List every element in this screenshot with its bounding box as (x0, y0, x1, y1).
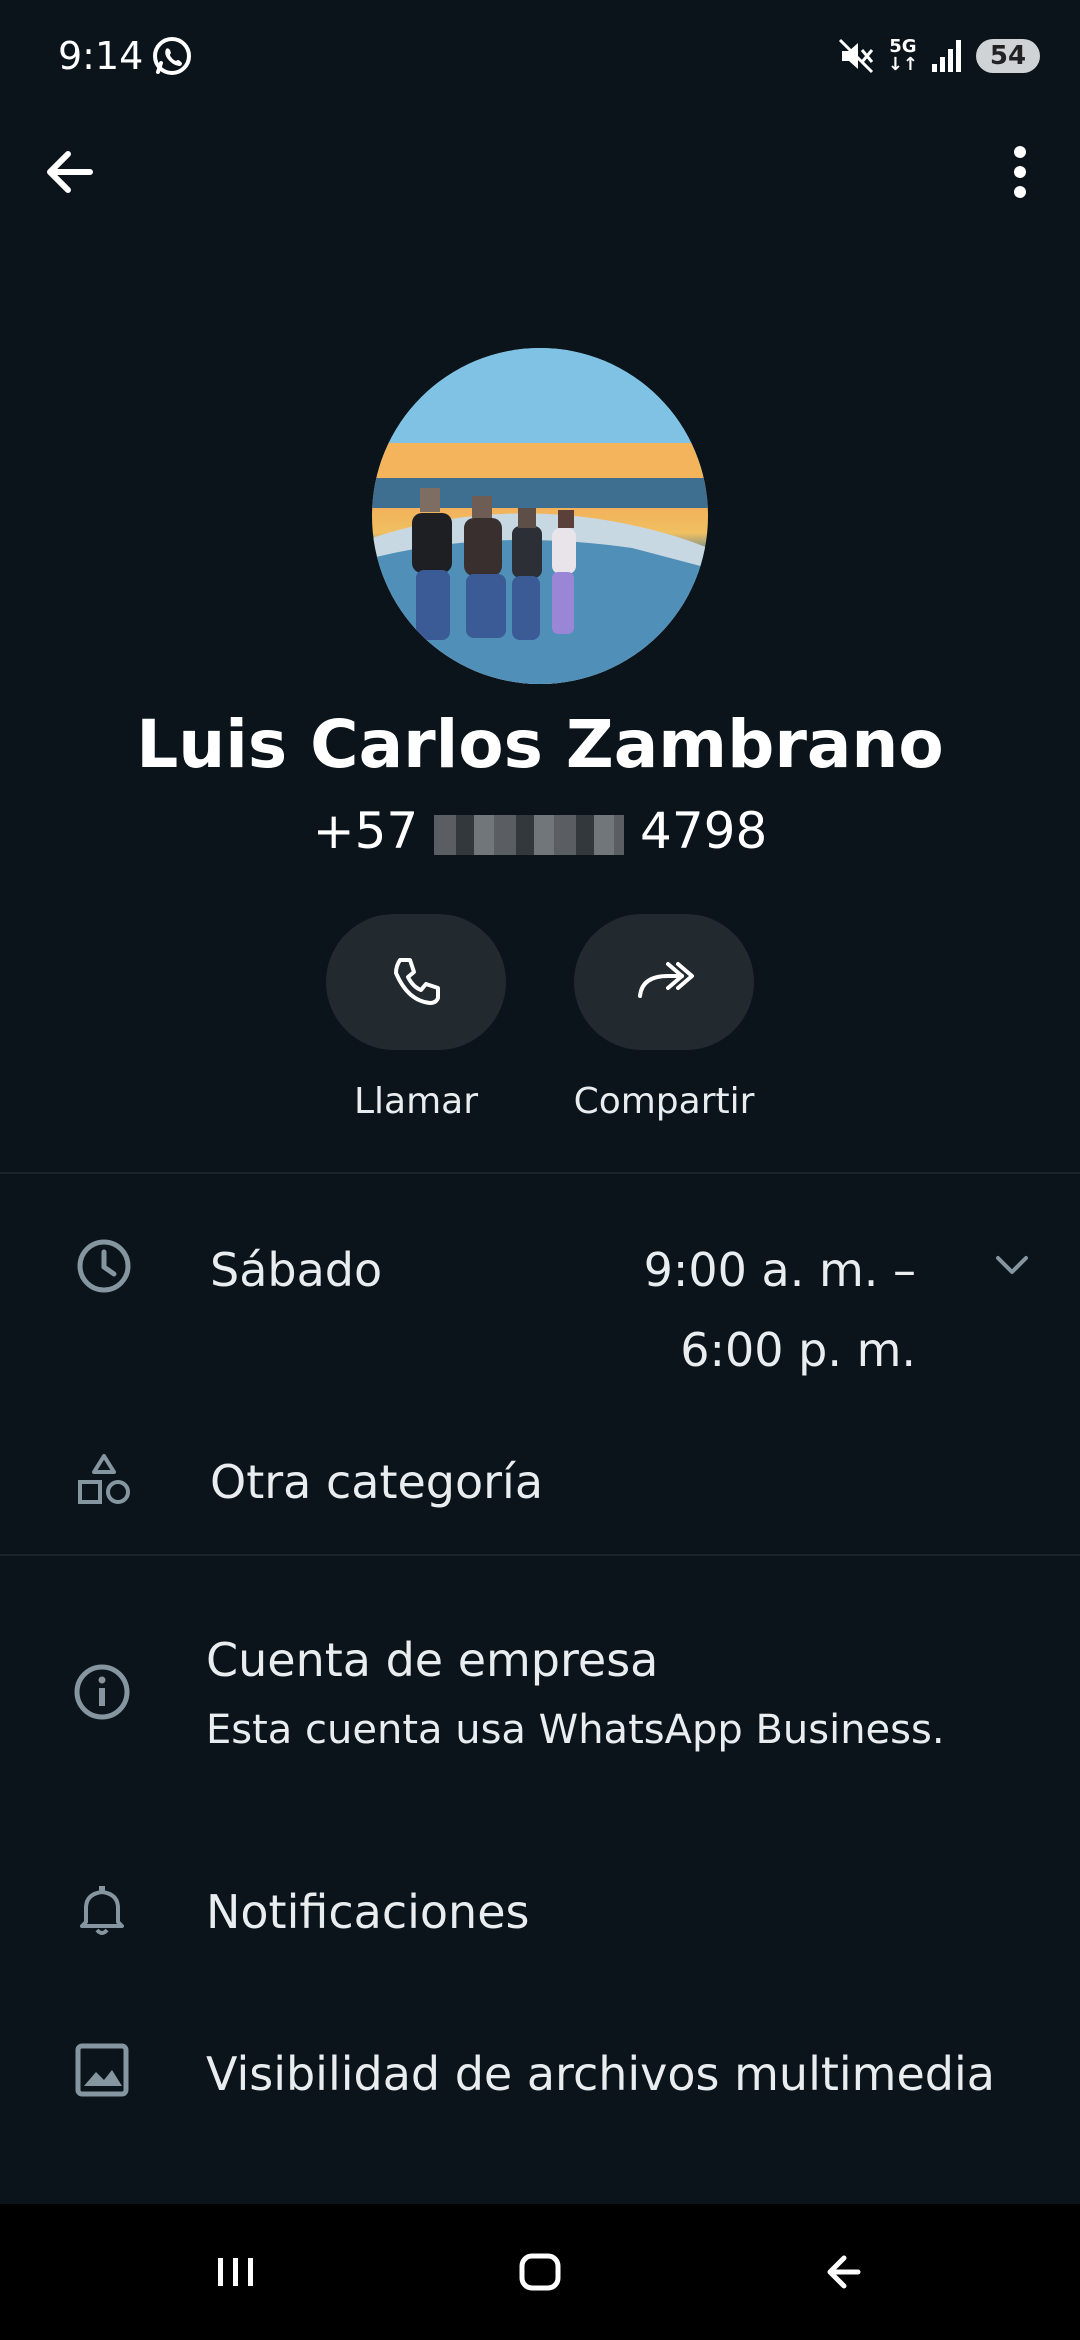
profile-photo (372, 348, 708, 684)
profile-avatar[interactable] (372, 348, 708, 684)
phone-prefix: +57 (312, 802, 419, 860)
share-label: Compartir (573, 1081, 755, 1122)
share-button[interactable] (574, 914, 754, 1050)
status-time: 9:14 (58, 34, 144, 78)
category-shapes-icon (78, 1454, 130, 1504)
hours-open: 9:00 a. m. – (643, 1243, 916, 1297)
notifications-row[interactable] (0, 1860, 1080, 1970)
info-icon (74, 1664, 130, 1720)
battery-indicator: 54 (976, 39, 1040, 73)
phone-redacted (434, 814, 625, 855)
phone-suffix: 4798 (640, 802, 768, 860)
business-hours-row[interactable] (0, 1190, 1080, 1410)
status-icons: 5G ↓↑ 54 (836, 30, 1040, 82)
back-arrow-icon[interactable] (38, 140, 102, 204)
hours-close: 6:00 p. m. (680, 1323, 916, 1377)
phone-icon (394, 958, 440, 1005)
contact-phone: +57 4798 (0, 798, 1080, 864)
more-options-icon[interactable] (1000, 140, 1040, 204)
clock-icon (77, 1239, 131, 1293)
mute-icon (838, 38, 873, 74)
hours-day: Sábado (210, 1243, 383, 1297)
category-label: Otra categoría (210, 1455, 544, 1509)
business-account-subtitle: Esta cuenta usa WhatsApp Business. (206, 1707, 945, 1753)
contact-name: Luis Carlos Zambrano (136, 706, 944, 783)
signal-icon (932, 40, 961, 72)
media-visibility-label: Visibilidad de archivos multimedia (206, 2047, 995, 2101)
call-button[interactable] (326, 914, 506, 1050)
whatsapp-notification-icon (153, 37, 191, 75)
business-account-title: Cuenta de empresa (206, 1633, 659, 1687)
system-nav-bar (0, 2204, 1080, 2340)
call-label: Llamar (353, 1081, 479, 1122)
recent-apps-icon[interactable] (214, 2250, 258, 2294)
image-icon (75, 2043, 129, 2097)
chevron-down-icon[interactable] (992, 1250, 1032, 1280)
bell-icon (80, 1886, 124, 1935)
share-forward-icon (638, 962, 694, 998)
notifications-label: Notificaciones (206, 1885, 530, 1939)
section-divider (0, 1554, 1080, 1556)
network-5g-icon: 5G ↓↑ (887, 36, 918, 75)
section-divider (0, 1172, 1080, 1174)
system-back-icon[interactable] (818, 2250, 864, 2294)
home-icon[interactable] (516, 2248, 564, 2296)
